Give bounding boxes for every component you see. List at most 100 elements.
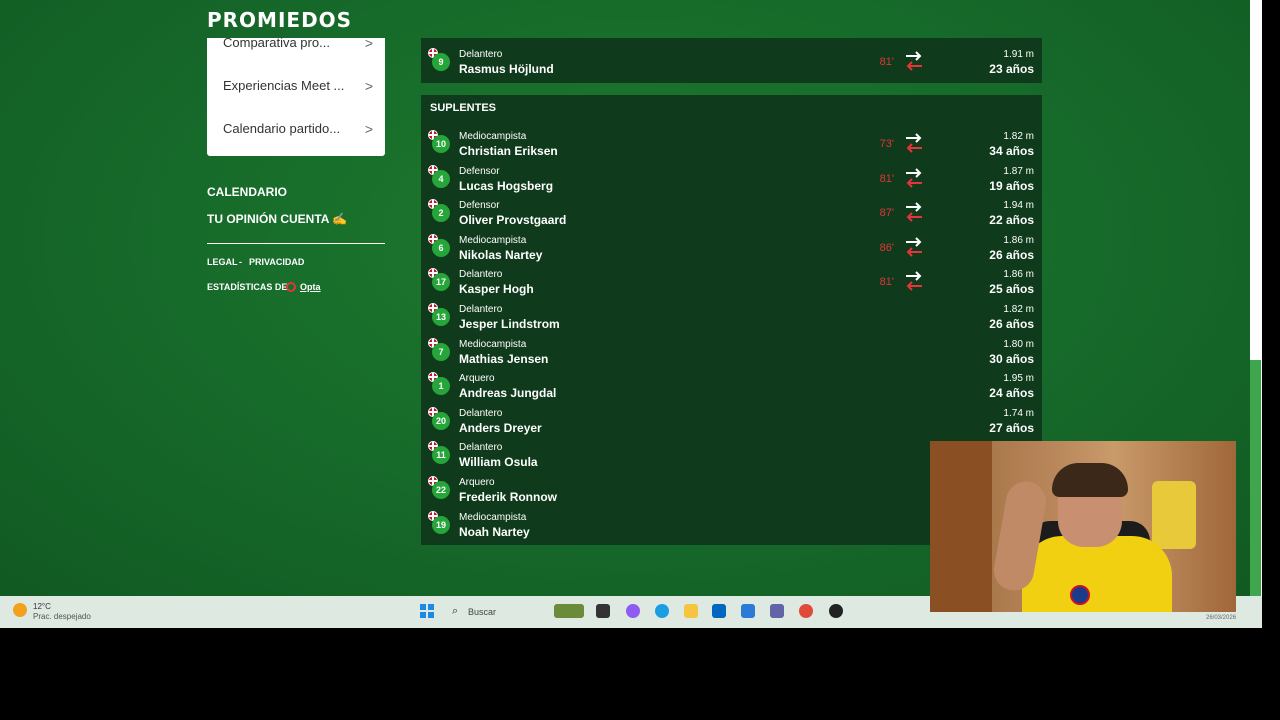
separator: - (239, 257, 242, 267)
player-age: 27 años (989, 421, 1034, 435)
player-row[interactable]: 13 Delantero Jesper Lindstrom 1.82 m 26 años (421, 303, 1042, 337)
opta-brand[interactable]: Opta (300, 282, 321, 292)
shirt-number: 17 (432, 273, 450, 291)
substitution-icon (906, 168, 922, 188)
store-icon[interactable] (712, 604, 726, 618)
opta-logo-icon (286, 282, 296, 292)
substitution-icon (906, 271, 922, 291)
task-view-icon[interactable] (596, 604, 610, 618)
player-row[interactable]: 4 Defensor Lucas Hogsberg 81' 1.87 m 19 años (421, 165, 1042, 199)
substitution-icon (906, 237, 922, 257)
shirt-number: 13 (432, 308, 450, 326)
player-position: Arquero (459, 477, 495, 488)
player-height: 1.74 m (1003, 408, 1034, 419)
sidebar-item-label: Calendario partido... (223, 121, 341, 136)
shirt-number: 4 (432, 170, 450, 188)
player-height: 1.82 m (1003, 304, 1034, 315)
recording-app-icon[interactable] (829, 604, 843, 618)
sidebar-item-experiencias[interactable]: Experiencias Meet ... > (223, 78, 373, 98)
player-name: Oliver Provstgaard (459, 213, 567, 227)
copilot-icon[interactable] (626, 604, 640, 618)
sidebar-item-calendario-partidos[interactable]: Calendario partido... > (223, 121, 373, 141)
player-name: Rasmus Höjlund (459, 62, 554, 76)
lineup-panel: 9 Delantero Rasmus Höjlund 81' 1.91 m 23… (421, 38, 1042, 83)
taskbar-search[interactable]: ⌕ Buscar (444, 602, 540, 622)
player-position: Mediocampista (459, 131, 527, 142)
windows-start-icon[interactable] (420, 604, 434, 618)
player-row[interactable]: 10 Mediocampista Christian Eriksen 73' 1.82 … (421, 130, 1042, 164)
shirt-number: 9 (432, 53, 450, 71)
player-height: 1.80 m (1003, 339, 1034, 350)
player-name: Nikolas Nartey (459, 248, 543, 262)
teams-icon[interactable] (770, 604, 784, 618)
player-height: 1.86 m (1003, 269, 1034, 280)
weather-temperature: 12°C (33, 602, 51, 611)
substitution-minute: 73' (879, 138, 894, 150)
player-name: Christian Eriksen (459, 144, 558, 158)
player-name: Jesper Lindstrom (459, 317, 560, 331)
webcam-overlay (930, 441, 1236, 612)
chevron-right-icon: > (364, 121, 373, 137)
player-name: Noah Nartey (459, 525, 530, 539)
substitution-minute: 81' (879, 56, 894, 68)
player-age: 34 años (989, 144, 1034, 158)
player-row[interactable]: 9 Delantero Rasmus Höjlund 81' 1.91 m 23… (421, 48, 1042, 82)
player-age: 25 años (989, 282, 1034, 296)
player-row[interactable]: 1 Arquero Andreas Jungdal 1.95 m 24 años (421, 372, 1042, 406)
substitution-minute: 87' (879, 207, 894, 219)
sidebar-menu: Comparativa pro... > Experiencias Meet .… (207, 35, 385, 156)
player-position: Delantero (459, 442, 503, 453)
player-age: 30 años (989, 352, 1034, 366)
weather-description: Prac. despejado (33, 612, 91, 621)
player-row[interactable]: 6 Mediocampista Nikolas Nartey 86' 1.86 m 26 … (421, 234, 1042, 268)
player-row[interactable]: 17 Delantero Kasper Hogh 81' 1.86 m 25 años (421, 268, 1042, 302)
promiedos-logo[interactable]: PROMIEDOS (207, 8, 352, 32)
taskbar-date: 26/03/2026 (1206, 615, 1237, 621)
player-height: 1.86 m (1003, 235, 1034, 246)
player-name: Mathias Jensen (459, 352, 549, 366)
sidebar-item-comparativa[interactable]: Comparativa pro... > (223, 35, 373, 55)
edge-icon[interactable] (655, 604, 669, 618)
webcam-person-hair (1052, 463, 1128, 497)
player-age: 23 años (989, 62, 1034, 76)
shirt-number: 19 (432, 516, 450, 534)
player-row[interactable]: 2 Defensor Oliver Provstgaard 87' 1.94 m 22 a… (421, 199, 1042, 233)
search-label: Buscar (468, 607, 497, 617)
scrollbar-thumb[interactable] (1250, 360, 1261, 596)
file-explorer-icon[interactable] (684, 604, 698, 618)
substitutes-title: SUPLENTES (430, 102, 497, 114)
player-height: 1.91 m (1003, 49, 1034, 60)
player-row[interactable]: 7 Mediocampista Mathias Jensen 1.80 m 30 año… (421, 338, 1042, 372)
player-age: 22 años (989, 213, 1034, 227)
substitution-minute: 81' (879, 173, 894, 185)
privacy-link[interactable]: PRIVACIDAD (249, 257, 304, 267)
player-position: Delantero (459, 304, 503, 315)
webcam-person-jersey (1022, 536, 1172, 612)
stats-provider-label: ESTADÍSTICAS DE (207, 282, 288, 292)
calendario-link[interactable]: CALENDARIO (207, 185, 287, 199)
player-height: 1.82 m (1003, 131, 1034, 142)
player-name: William Osula (459, 455, 538, 469)
player-height: 1.94 m (1003, 200, 1034, 211)
shirt-number: 22 (432, 481, 450, 499)
chrome-icon[interactable] (799, 604, 813, 618)
player-name: Kasper Hogh (459, 282, 534, 296)
shirt-number: 20 (432, 412, 450, 430)
outlook-icon[interactable] (741, 604, 755, 618)
webcam-hanging-jersey (1152, 481, 1196, 549)
webcam-door (930, 441, 992, 612)
legal-link[interactable]: LEGAL (207, 257, 238, 267)
player-height: 1.95 m (1003, 373, 1034, 384)
sidebar-divider (207, 243, 385, 244)
sidebar-item-label: Comparativa pro... (223, 35, 330, 50)
shirt-number: 1 (432, 377, 450, 395)
player-position: Delantero (459, 49, 503, 60)
player-row[interactable]: 20 Delantero Anders Dreyer 1.74 m 27 años (421, 407, 1042, 441)
news-widget-icon[interactable] (554, 604, 584, 618)
shirt-number: 11 (432, 446, 450, 464)
opinion-link[interactable]: TU OPINIÓN CUENTA ✍ (207, 212, 347, 226)
weather-sun-icon[interactable] (13, 603, 27, 617)
player-position: Delantero (459, 269, 503, 280)
shirt-number: 6 (432, 239, 450, 257)
player-name: Lucas Hogsberg (459, 179, 554, 193)
